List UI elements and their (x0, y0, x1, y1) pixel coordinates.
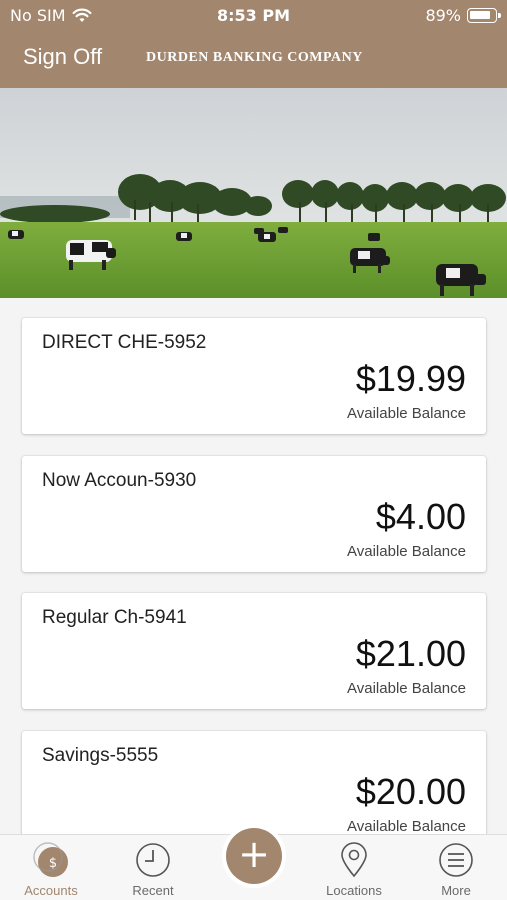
account-name: DIRECT CHE-5952 (42, 332, 207, 353)
account-card[interactable]: Now Accoun-5930 $4.00 Available Balance (22, 456, 486, 572)
pasture-illustration (0, 88, 507, 298)
tab-label: Locations (326, 883, 382, 898)
account-card[interactable]: DIRECT CHE-5952 $19.99 Available Balance (22, 318, 486, 434)
tab-label: More (441, 883, 471, 898)
banner-image (0, 88, 507, 298)
add-icon: + (238, 832, 270, 876)
battery-level (470, 11, 490, 19)
battery-percent: 89% (425, 6, 461, 25)
tab-label: Accounts (24, 883, 78, 898)
header-bar: No SIM 8:53 PM 89% Sign Off DURDEN BANKI… (0, 0, 507, 88)
account-card[interactable]: Regular Ch-5941 $21.00 Available Balance (22, 593, 486, 709)
balance-label: Available Balance (347, 405, 466, 422)
account-name: Savings-5555 (42, 745, 159, 766)
battery-icon (467, 8, 501, 23)
account-card[interactable]: Savings-5555 $20.00 Available Balance (22, 731, 486, 834)
balance-label: Available Balance (347, 680, 466, 697)
account-balance: $4.00 (375, 496, 466, 537)
balance-label: Available Balance (347, 543, 466, 560)
account-name: Regular Ch-5941 (42, 607, 187, 628)
map-pin-icon (341, 842, 367, 878)
tab-locations[interactable]: Locations (303, 835, 405, 900)
account-balance: $21.00 (355, 633, 466, 674)
tab-more[interactable]: More (405, 835, 507, 900)
account-name: Now Accoun-5930 (42, 470, 197, 491)
clock-icon (136, 843, 170, 877)
status-battery: 89% (425, 6, 501, 25)
svg-text:$: $ (49, 856, 57, 871)
sign-off-button[interactable]: Sign Off (23, 44, 102, 70)
menu-icon (439, 843, 473, 877)
balance-label: Available Balance (347, 818, 466, 834)
add-button[interactable]: + (226, 828, 282, 884)
brand-title: DURDEN BANKING COMPANY (146, 50, 363, 65)
account-balance: $20.00 (355, 771, 466, 812)
account-list: DIRECT CHE-5952 $19.99 Available Balance… (0, 298, 507, 834)
account-balance: $19.99 (355, 358, 466, 399)
tab-accounts[interactable]: $ Accounts (0, 835, 102, 900)
tab-recent[interactable]: Recent (102, 835, 204, 900)
tab-label: Recent (132, 883, 174, 898)
dollar-icon: $ (33, 842, 68, 877)
status-bar: No SIM 8:53 PM 89% (0, 0, 507, 30)
